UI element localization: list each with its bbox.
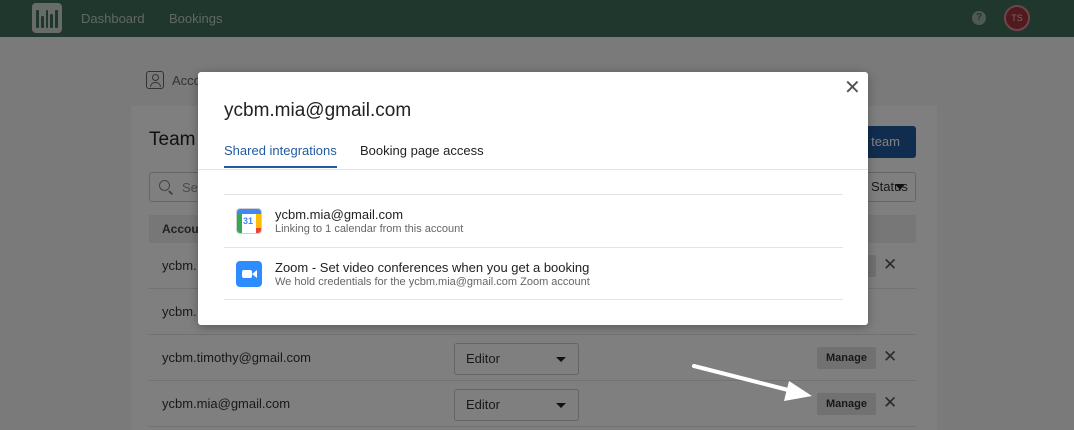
- annotation-arrow-icon: [692, 364, 812, 401]
